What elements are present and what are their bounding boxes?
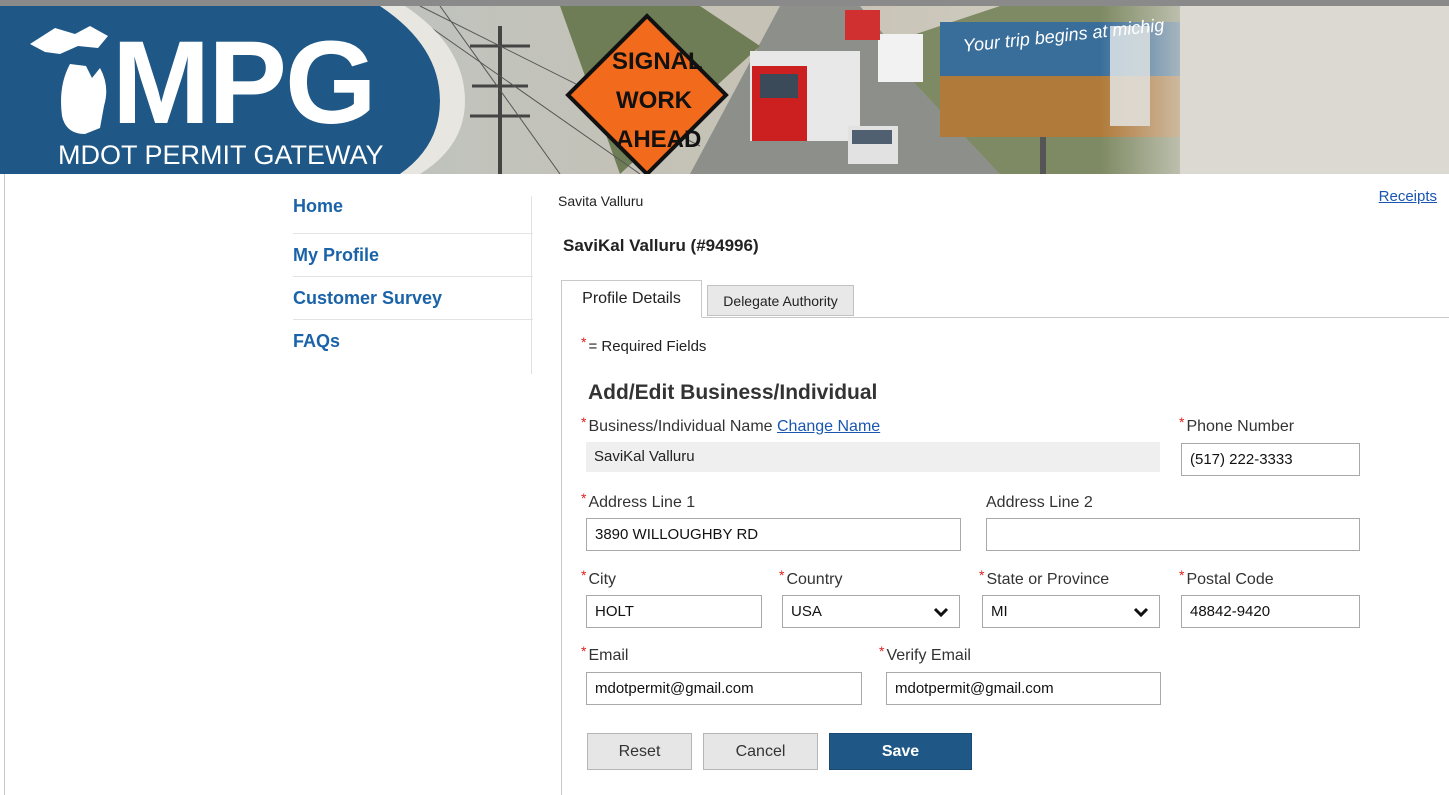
sign-line-1: SIGNAL xyxy=(612,48,703,75)
mpg-logo-text: MPG xyxy=(112,17,377,149)
phone-input[interactable] xyxy=(1181,443,1360,476)
country-label: * Country xyxy=(779,567,843,589)
required-asterisk: * xyxy=(1179,567,1185,583)
panel-left-border xyxy=(561,317,562,795)
city-label-text: City xyxy=(588,571,617,588)
sidebar-item-home[interactable]: Home xyxy=(293,196,533,234)
header-banner: MPG MDOT PERMIT GATEWAY SIGNAL WORK AHEA… xyxy=(0,6,1449,174)
phone-label-text: Phone Number xyxy=(1186,418,1295,435)
user-name: Savita Valluru xyxy=(558,193,644,209)
sign-line-3: AHEAD xyxy=(616,126,702,153)
required-asterisk: * xyxy=(581,567,587,583)
postal-label: * Postal Code xyxy=(1179,567,1274,589)
state-selected-value: MI xyxy=(991,603,1008,620)
address1-label: * Address Line 1 xyxy=(581,490,696,512)
tab-profile-details[interactable]: Profile Details xyxy=(561,280,702,318)
business-name-label-text: Business/Individual Name xyxy=(588,418,773,435)
address1-input[interactable] xyxy=(586,518,961,551)
sidebar-item-faqs[interactable]: FAQs xyxy=(293,320,533,362)
required-asterisk: * xyxy=(581,414,587,430)
email-label-text: Email xyxy=(588,647,629,664)
required-asterisk: * xyxy=(581,490,587,506)
page-left-border xyxy=(4,174,5,795)
verify-email-label-text: Verify Email xyxy=(886,647,971,664)
required-fields-note: * = Required Fields xyxy=(581,334,707,355)
address2-input[interactable] xyxy=(986,518,1360,551)
postal-input[interactable] xyxy=(1181,595,1360,628)
cancel-button[interactable]: Cancel xyxy=(703,733,818,770)
required-asterisk: * xyxy=(1179,414,1185,430)
address2-label: Address Line 2 xyxy=(986,494,1093,511)
sidebar-nav: Home My Profile Customer Survey FAQs xyxy=(293,196,533,362)
city-input[interactable] xyxy=(586,595,762,628)
email-label: * Email xyxy=(581,643,629,665)
change-name-link[interactable]: Change Name xyxy=(777,418,880,435)
mpg-logo-subtitle: MDOT PERMIT GATEWAY xyxy=(58,140,384,170)
state-label: * State or Province xyxy=(979,567,1110,589)
chevron-down-icon xyxy=(933,607,949,618)
save-button[interactable]: Save xyxy=(829,733,972,770)
sidebar-item-customer-survey[interactable]: Customer Survey xyxy=(293,277,533,320)
required-fields-text: = Required Fields xyxy=(588,338,707,355)
country-select[interactable]: USA xyxy=(782,595,960,628)
business-name-label: * Business/Individual Name Change Name xyxy=(581,414,880,436)
country-selected-value: USA xyxy=(791,603,822,620)
sidebar-item-my-profile[interactable]: My Profile xyxy=(293,234,533,277)
tab-delegate-authority[interactable]: Delegate Authority xyxy=(707,285,854,316)
reset-button[interactable]: Reset xyxy=(587,733,692,770)
verify-email-label: * Verify Email xyxy=(879,643,971,665)
receipts-link[interactable]: Receipts xyxy=(1379,188,1437,205)
state-select[interactable]: MI xyxy=(982,595,1160,628)
business-name-value: SaviKal Valluru xyxy=(586,442,1160,472)
account-title: SaviKal Valluru (#94996) xyxy=(563,236,759,255)
sidebar-divider xyxy=(531,196,532,374)
address1-label-text: Address Line 1 xyxy=(588,494,696,511)
required-asterisk: * xyxy=(581,643,587,659)
tab-underline xyxy=(702,317,1449,318)
chevron-down-icon xyxy=(1133,607,1149,618)
postal-label-text: Postal Code xyxy=(1186,571,1274,588)
sign-line-2: WORK xyxy=(616,87,692,114)
required-asterisk: * xyxy=(779,567,785,583)
required-asterisk: * xyxy=(879,643,885,659)
required-asterisk: * xyxy=(581,334,587,350)
phone-label: * Phone Number xyxy=(1179,414,1295,436)
section-title: Add/Edit Business/Individual xyxy=(588,381,878,404)
email-input[interactable] xyxy=(586,672,862,705)
city-label: * City xyxy=(581,567,617,589)
required-asterisk: * xyxy=(979,567,985,583)
country-label-text: Country xyxy=(786,571,843,588)
state-label-text: State or Province xyxy=(986,571,1110,588)
verify-email-input[interactable] xyxy=(886,672,1161,705)
